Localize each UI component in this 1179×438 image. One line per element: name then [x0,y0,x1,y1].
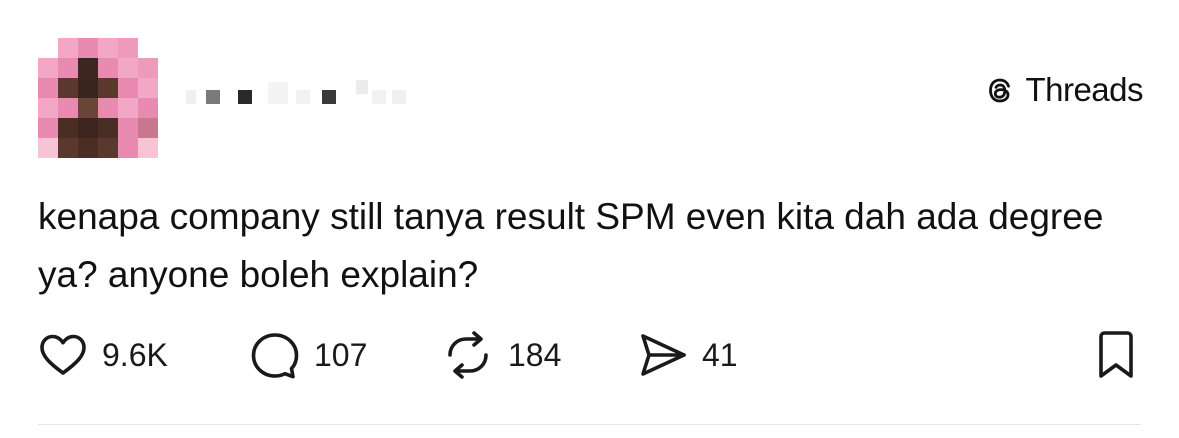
avatar-pixel [98,58,118,78]
username-redacted[interactable] [172,74,412,114]
avatar-pixel [118,98,138,118]
avatar-pixel [58,98,78,118]
avatar-pixel [138,118,158,138]
avatar-pixel [118,58,138,78]
share-button[interactable]: 41 [638,330,738,380]
divider [38,424,1141,425]
avatar-pixel [78,38,98,58]
avatar-pixel [78,98,98,118]
avatar-pixel [58,58,78,78]
avatar-pixel [58,118,78,138]
repost-count: 184 [508,336,562,373]
avatar-pixel [98,118,118,138]
action-bar: 9.6K 107 184 41 [38,330,1148,380]
avatar[interactable] [38,38,158,158]
comment-bubble-icon [251,333,299,379]
threads-logo-icon [989,78,1011,103]
avatar-pixel [118,118,138,138]
avatar-pixel [38,78,58,98]
reply-button[interactable]: 107 [250,330,367,380]
avatar-pixel [38,58,58,78]
like-button[interactable]: 9.6K [38,330,168,380]
share-count: 41 [702,336,738,373]
avatar-pixel [138,58,158,78]
avatar-pixel [38,38,58,58]
avatar-pixel [58,38,78,58]
like-count: 9.6K [102,336,168,373]
repost-button[interactable]: 184 [442,330,561,380]
avatar-pixel [138,38,158,58]
avatar-pixel [78,138,98,158]
avatar-pixel [138,78,158,98]
avatar-pixel [78,118,98,138]
avatar-pixel [58,138,78,158]
avatar-pixel [98,138,118,158]
repost-icon [448,331,488,379]
brand-label: Threads [1025,71,1143,108]
heart-icon [40,334,86,375]
avatar-pixel [78,78,98,98]
threads-brand: Threads [983,70,1143,110]
avatar-pixel [138,98,158,118]
bookmark-button[interactable] [1096,330,1136,380]
avatar-pixel [58,78,78,98]
avatar-pixel [138,138,158,158]
send-icon [641,334,686,376]
avatar-pixel [118,38,138,58]
avatar-pixel [38,138,58,158]
reply-count: 107 [314,336,368,373]
bookmark-icon [1099,331,1133,378]
avatar-pixel [118,78,138,98]
avatar-pixel [98,78,118,98]
avatar-pixel [118,138,138,158]
avatar-pixel [78,58,98,78]
avatar-pixel [38,98,58,118]
post-text: kenapa company still tanya result SPM ev… [38,196,1104,295]
avatar-pixel [98,38,118,58]
avatar-pixel [38,118,58,138]
avatar-pixel [98,98,118,118]
